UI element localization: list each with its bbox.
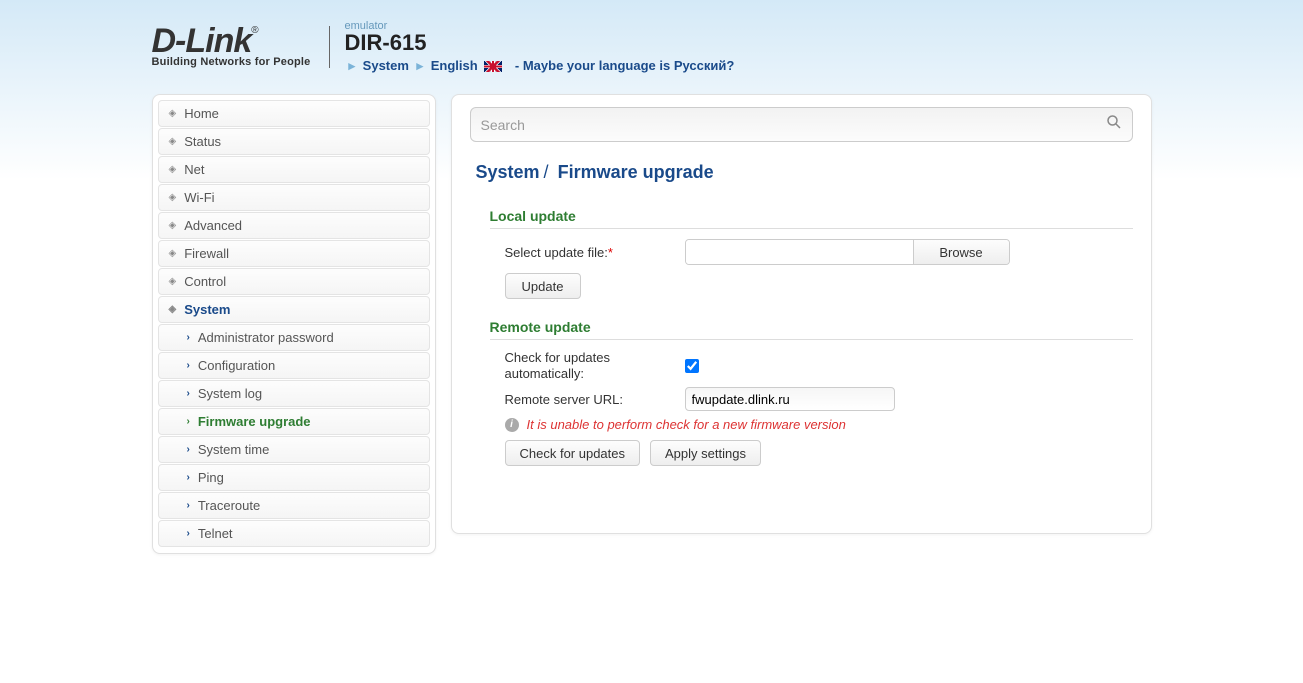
auto-check-checkbox[interactable] bbox=[685, 359, 699, 373]
sidebar-item-label: Status bbox=[184, 134, 221, 149]
header: D-Link® Building Networks for People emu… bbox=[152, 10, 1152, 94]
flag-uk-icon bbox=[484, 61, 502, 72]
page-title: System/ Firmware upgrade bbox=[476, 162, 1133, 183]
sidebar-item-label: Net bbox=[184, 162, 204, 177]
sidebar-sub-system-time[interactable]: › System time bbox=[158, 436, 430, 463]
triangle-icon: ▸ bbox=[417, 58, 424, 73]
chevron-icon: ◈ bbox=[169, 276, 177, 287]
chevron-right-icon: › bbox=[187, 360, 190, 371]
chevron-icon: ◈ bbox=[169, 192, 177, 203]
sidebar-sub-traceroute[interactable]: › Traceroute bbox=[158, 492, 430, 519]
sidebar-item-label: Advanced bbox=[184, 218, 242, 233]
logo-text: D-Link® bbox=[152, 26, 311, 57]
sidebar-item-label: Telnet bbox=[198, 526, 233, 541]
browse-button[interactable]: Browse bbox=[913, 240, 1009, 264]
chevron-icon: ◈ bbox=[169, 164, 177, 175]
chevron-icon: ◈ bbox=[169, 248, 177, 259]
update-button[interactable]: Update bbox=[505, 273, 581, 299]
chevron-right-icon: › bbox=[187, 332, 190, 343]
main-content: System/ Firmware upgrade Local update Se… bbox=[451, 94, 1152, 534]
search-input[interactable] bbox=[481, 117, 1106, 133]
sidebar-item-net[interactable]: ◈ Net bbox=[158, 156, 430, 183]
sidebar-item-label: Traceroute bbox=[198, 498, 260, 513]
info-icon: i bbox=[505, 418, 519, 432]
sidebar-item-label: System time bbox=[198, 442, 270, 457]
sidebar-item-label: Wi-Fi bbox=[184, 190, 214, 205]
remote-url-label: Remote server URL: bbox=[505, 392, 685, 407]
sidebar-item-wifi[interactable]: ◈ Wi-Fi bbox=[158, 184, 430, 211]
chevron-icon: ◈ bbox=[169, 304, 177, 315]
chevron-right-icon: › bbox=[187, 528, 190, 539]
chevron-right-icon: › bbox=[187, 416, 190, 427]
triangle-icon: ▸ bbox=[349, 58, 356, 73]
sidebar-item-label: System bbox=[184, 302, 230, 317]
breadcrumb-language[interactable]: English bbox=[431, 58, 506, 73]
sidebar-item-home[interactable]: ◈ Home bbox=[158, 100, 430, 127]
search-box bbox=[470, 107, 1133, 142]
sidebar-item-control[interactable]: ◈ Control bbox=[158, 268, 430, 295]
chevron-right-icon: › bbox=[187, 388, 190, 399]
sidebar-item-label: Home bbox=[184, 106, 219, 121]
logo: D-Link® Building Networks for People bbox=[152, 26, 330, 69]
lang-suggestion[interactable]: - Maybe your language is Русский? bbox=[515, 58, 734, 73]
section-local-update: Local update bbox=[490, 208, 1133, 229]
search-icon[interactable] bbox=[1106, 114, 1122, 135]
sidebar-sub-configuration[interactable]: › Configuration bbox=[158, 352, 430, 379]
warning-text: It is unable to perform check for a new … bbox=[527, 417, 846, 432]
sidebar-sub-system-log[interactable]: › System log bbox=[158, 380, 430, 407]
chevron-icon: ◈ bbox=[169, 136, 177, 147]
model-name: DIR-615 bbox=[345, 30, 741, 56]
sidebar-item-advanced[interactable]: ◈ Advanced bbox=[158, 212, 430, 239]
model-block: emulator DIR-615 ▸ System ▸ English - Ma… bbox=[330, 20, 741, 74]
logo-tagline: Building Networks for People bbox=[152, 56, 311, 68]
apply-settings-button[interactable]: Apply settings bbox=[650, 440, 761, 466]
sidebar-sub-telnet[interactable]: › Telnet bbox=[158, 520, 430, 547]
sidebar-item-label: Control bbox=[184, 274, 226, 289]
sidebar-sub-admin-password[interactable]: › Administrator password bbox=[158, 324, 430, 351]
chevron-right-icon: › bbox=[187, 500, 190, 511]
breadcrumb-system[interactable]: System bbox=[363, 58, 409, 73]
sidebar-item-status[interactable]: ◈ Status bbox=[158, 128, 430, 155]
sidebar-item-system[interactable]: ◈ System bbox=[158, 296, 430, 323]
sidebar-item-label: Ping bbox=[198, 470, 224, 485]
breadcrumb: ▸ System ▸ English - Maybe your language… bbox=[345, 58, 741, 74]
sidebar-item-label: System log bbox=[198, 386, 262, 401]
sidebar-item-firewall[interactable]: ◈ Firewall bbox=[158, 240, 430, 267]
sidebar-item-label: Administrator password bbox=[198, 330, 334, 345]
chevron-icon: ◈ bbox=[169, 220, 177, 231]
check-updates-button[interactable]: Check for updates bbox=[505, 440, 641, 466]
sidebar-item-label: Configuration bbox=[198, 358, 275, 373]
sidebar-item-label: Firewall bbox=[184, 246, 229, 261]
sidebar-sub-ping[interactable]: › Ping bbox=[158, 464, 430, 491]
chevron-icon: ◈ bbox=[169, 108, 177, 119]
sidebar-sub-firmware-upgrade[interactable]: › Firmware upgrade bbox=[158, 408, 430, 435]
remote-url-input[interactable] bbox=[685, 387, 895, 411]
chevron-right-icon: › bbox=[187, 444, 190, 455]
section-remote-update: Remote update bbox=[490, 319, 1133, 340]
chevron-right-icon: › bbox=[187, 472, 190, 483]
sidebar: ◈ Home ◈ Status ◈ Net ◈ Wi-Fi ◈ Advanced ◈ Fir… bbox=[152, 94, 436, 554]
file-name-field[interactable] bbox=[686, 240, 913, 264]
auto-check-label: Check for updates automatically: bbox=[505, 350, 685, 381]
select-file-label: Select update file:* bbox=[505, 245, 685, 260]
file-input[interactable]: Browse bbox=[685, 239, 1010, 265]
sidebar-item-label: Firmware upgrade bbox=[198, 414, 311, 429]
